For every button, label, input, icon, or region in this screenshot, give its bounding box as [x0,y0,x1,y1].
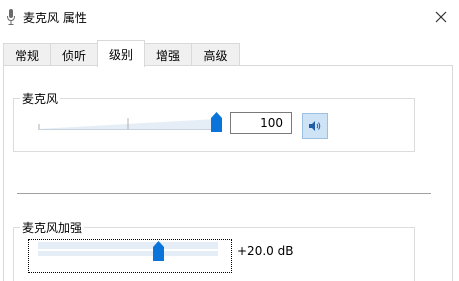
title-bar: 麦克风 属性 [0,0,459,34]
tab-label: 级别 [108,47,133,62]
boost-group-label: 麦克风加强 [20,219,85,236]
separator [17,193,431,194]
window-title: 麦克风 属性 [23,11,87,25]
boost-slider-thumb[interactable] [153,241,164,261]
tab-bar: 常规 侦听 级别 增强 高级 [0,40,459,67]
tab-label: 高级 [203,48,228,63]
microphone-level-value[interactable]: 100 [230,112,292,134]
tab-label: 常规 [14,48,39,63]
microphone-group-label: 麦克风 [20,90,61,107]
close-icon [435,11,447,23]
close-button[interactable] [428,4,454,30]
microphone-icon [7,9,15,25]
boost-level-slider[interactable] [38,241,220,257]
tab-general[interactable]: 常规 [3,43,51,66]
boost-value-text: +20.0 dB [237,244,294,258]
microphone-level-text: 100 [260,116,283,130]
tab-label: 侦听 [61,48,86,63]
mute-button[interactable] [302,113,328,139]
tab-listen[interactable]: 侦听 [50,43,98,66]
microphone-slider-thumb[interactable] [211,112,222,132]
tab-label: 增强 [155,48,180,63]
tab-enhancements[interactable]: 增强 [144,43,192,66]
speaker-icon [309,121,321,131]
tab-levels[interactable]: 级别 [97,40,145,67]
microphone-level-slider[interactable] [38,110,226,132]
tab-advanced[interactable]: 高级 [191,43,240,66]
